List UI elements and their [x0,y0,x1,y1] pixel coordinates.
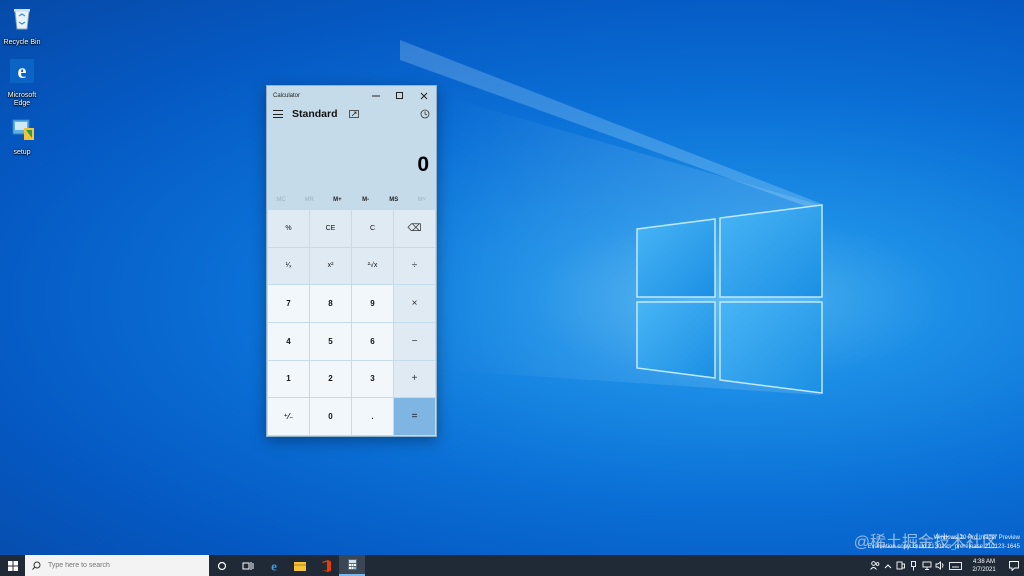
desktop-wallpaper [400,40,823,395]
desktop-icon-edge[interactable]: e Microsoft Edge [0,57,44,108]
office-icon [321,559,331,572]
desktop-icon-setup[interactable]: setup [0,114,44,157]
desktop-icon-label: setup [13,149,31,156]
search-icon [32,561,41,570]
search-input[interactable] [48,562,198,569]
svg-text:e: e [271,560,277,572]
divide-button[interactable]: ÷ [394,247,435,285]
digit-5-button[interactable]: 5 [310,323,351,360]
desktop-icon-recycle-bin[interactable]: Recycle Bin [0,4,44,47]
result-display: 0 [417,153,429,176]
taskbar-office[interactable] [313,555,339,576]
memory-add-button[interactable]: M+ [323,197,351,203]
system-tray: 4:38 AM 2/7/2021 [868,555,1024,576]
maximize-icon [396,91,403,99]
recycle-bin-icon [14,9,30,30]
taskbar-search-box[interactable] [25,555,209,576]
windows-logo-icon [7,560,18,571]
keyboard-icon[interactable] [946,555,964,576]
task-view-icon [242,561,254,570]
close-button[interactable] [412,86,436,105]
edge-icon: e [271,560,277,572]
equals-button[interactable]: = [394,398,435,435]
notification-icon [1009,560,1019,571]
decimal-point-button[interactable]: . [352,398,393,435]
taskbar-clock[interactable]: 4:38 AM 2/7/2021 [964,558,1004,574]
digit-0-button[interactable]: 0 [310,398,351,435]
close-icon [420,92,428,99]
taskbar: e [0,555,1024,576]
people-icon[interactable] [868,555,881,576]
calculator-window: Calculator Standard 0 MC MR M+ M- MS M˅ … [266,85,437,437]
clock-date: 2/7/2021 [972,566,996,573]
digit-6-button[interactable]: 6 [352,323,393,360]
square-root-button[interactable]: ²√x [352,247,393,285]
build-watermark: Windows 10 Pro Insider Preview Evaluatio… [854,534,1020,552]
memory-recall-button[interactable]: MR [295,197,323,203]
mode-title: Standard [292,108,338,120]
square-button[interactable]: x² [310,247,351,285]
minimize-button[interactable] [364,86,388,105]
keypad: % CE C ⌫ ¹⁄ₓ x² ²√x ÷ 7 8 9 × 4 5 6 − 1 … [267,209,436,436]
backspace-button[interactable]: ⌫ [394,210,435,247]
mode-bar: Standard [267,105,436,123]
reciprocal-button[interactable]: ¹⁄ₓ [268,247,309,285]
memory-subtract-button[interactable]: M- [352,197,380,203]
digit-7-button[interactable]: 7 [268,285,309,322]
calculator-icon [347,559,357,570]
title-bar[interactable]: Calculator [267,86,436,105]
taskbar-calculator[interactable] [339,555,365,576]
clear-entry-button[interactable]: CE [310,210,351,247]
chevron-up-icon[interactable] [881,555,894,576]
minimize-icon [372,95,380,96]
cortana-button[interactable] [209,555,235,576]
digit-2-button[interactable]: 2 [310,360,351,398]
clear-button[interactable]: C [352,210,393,247]
memory-clear-button[interactable]: MC [267,197,295,203]
task-view-button[interactable] [235,555,261,576]
cortana-icon [217,561,227,570]
digit-3-button[interactable]: 3 [352,360,393,398]
device-icon[interactable] [894,555,907,576]
setup-icon [12,119,34,140]
digit-4-button[interactable]: 4 [268,323,309,360]
clock-time: 4:38 AM [972,558,995,565]
digit-8-button[interactable]: 8 [310,285,351,322]
memory-store-button[interactable]: MS [380,197,408,203]
site-watermark: @稀土掘金技术社区 [853,534,998,551]
volume-icon[interactable] [933,555,946,576]
keep-on-top-icon[interactable] [348,110,359,118]
taskbar-file-explorer[interactable] [287,555,313,576]
memory-row: MC MR M+ M- MS M˅ [267,191,436,209]
history-icon[interactable] [420,109,430,119]
digit-9-button[interactable]: 9 [352,285,393,322]
usb-icon[interactable] [907,555,920,576]
subtract-button[interactable]: − [394,323,435,360]
maximize-button[interactable] [388,86,412,105]
file-explorer-icon [294,561,306,571]
negate-button[interactable]: ⁺⁄₋ [268,398,309,435]
add-button[interactable]: + [394,360,435,398]
navigation-menu-icon[interactable] [273,110,283,118]
desktop-icon-label: Recycle Bin [3,39,41,46]
taskbar-edge[interactable]: e [261,555,287,576]
svg-text:e: e [18,61,27,83]
action-center-button[interactable] [1004,555,1024,576]
multiply-button[interactable]: × [394,285,435,322]
window-title: Calculator [273,92,301,99]
digit-1-button[interactable]: 1 [268,360,309,398]
edge-icon: e [10,59,34,83]
network-icon[interactable] [920,555,933,576]
percent-button[interactable]: % [268,210,309,247]
memory-list-button[interactable]: M˅ [408,197,436,203]
desktop-icon-label: Microsoft Edge [7,92,37,107]
start-button[interactable] [0,555,25,576]
